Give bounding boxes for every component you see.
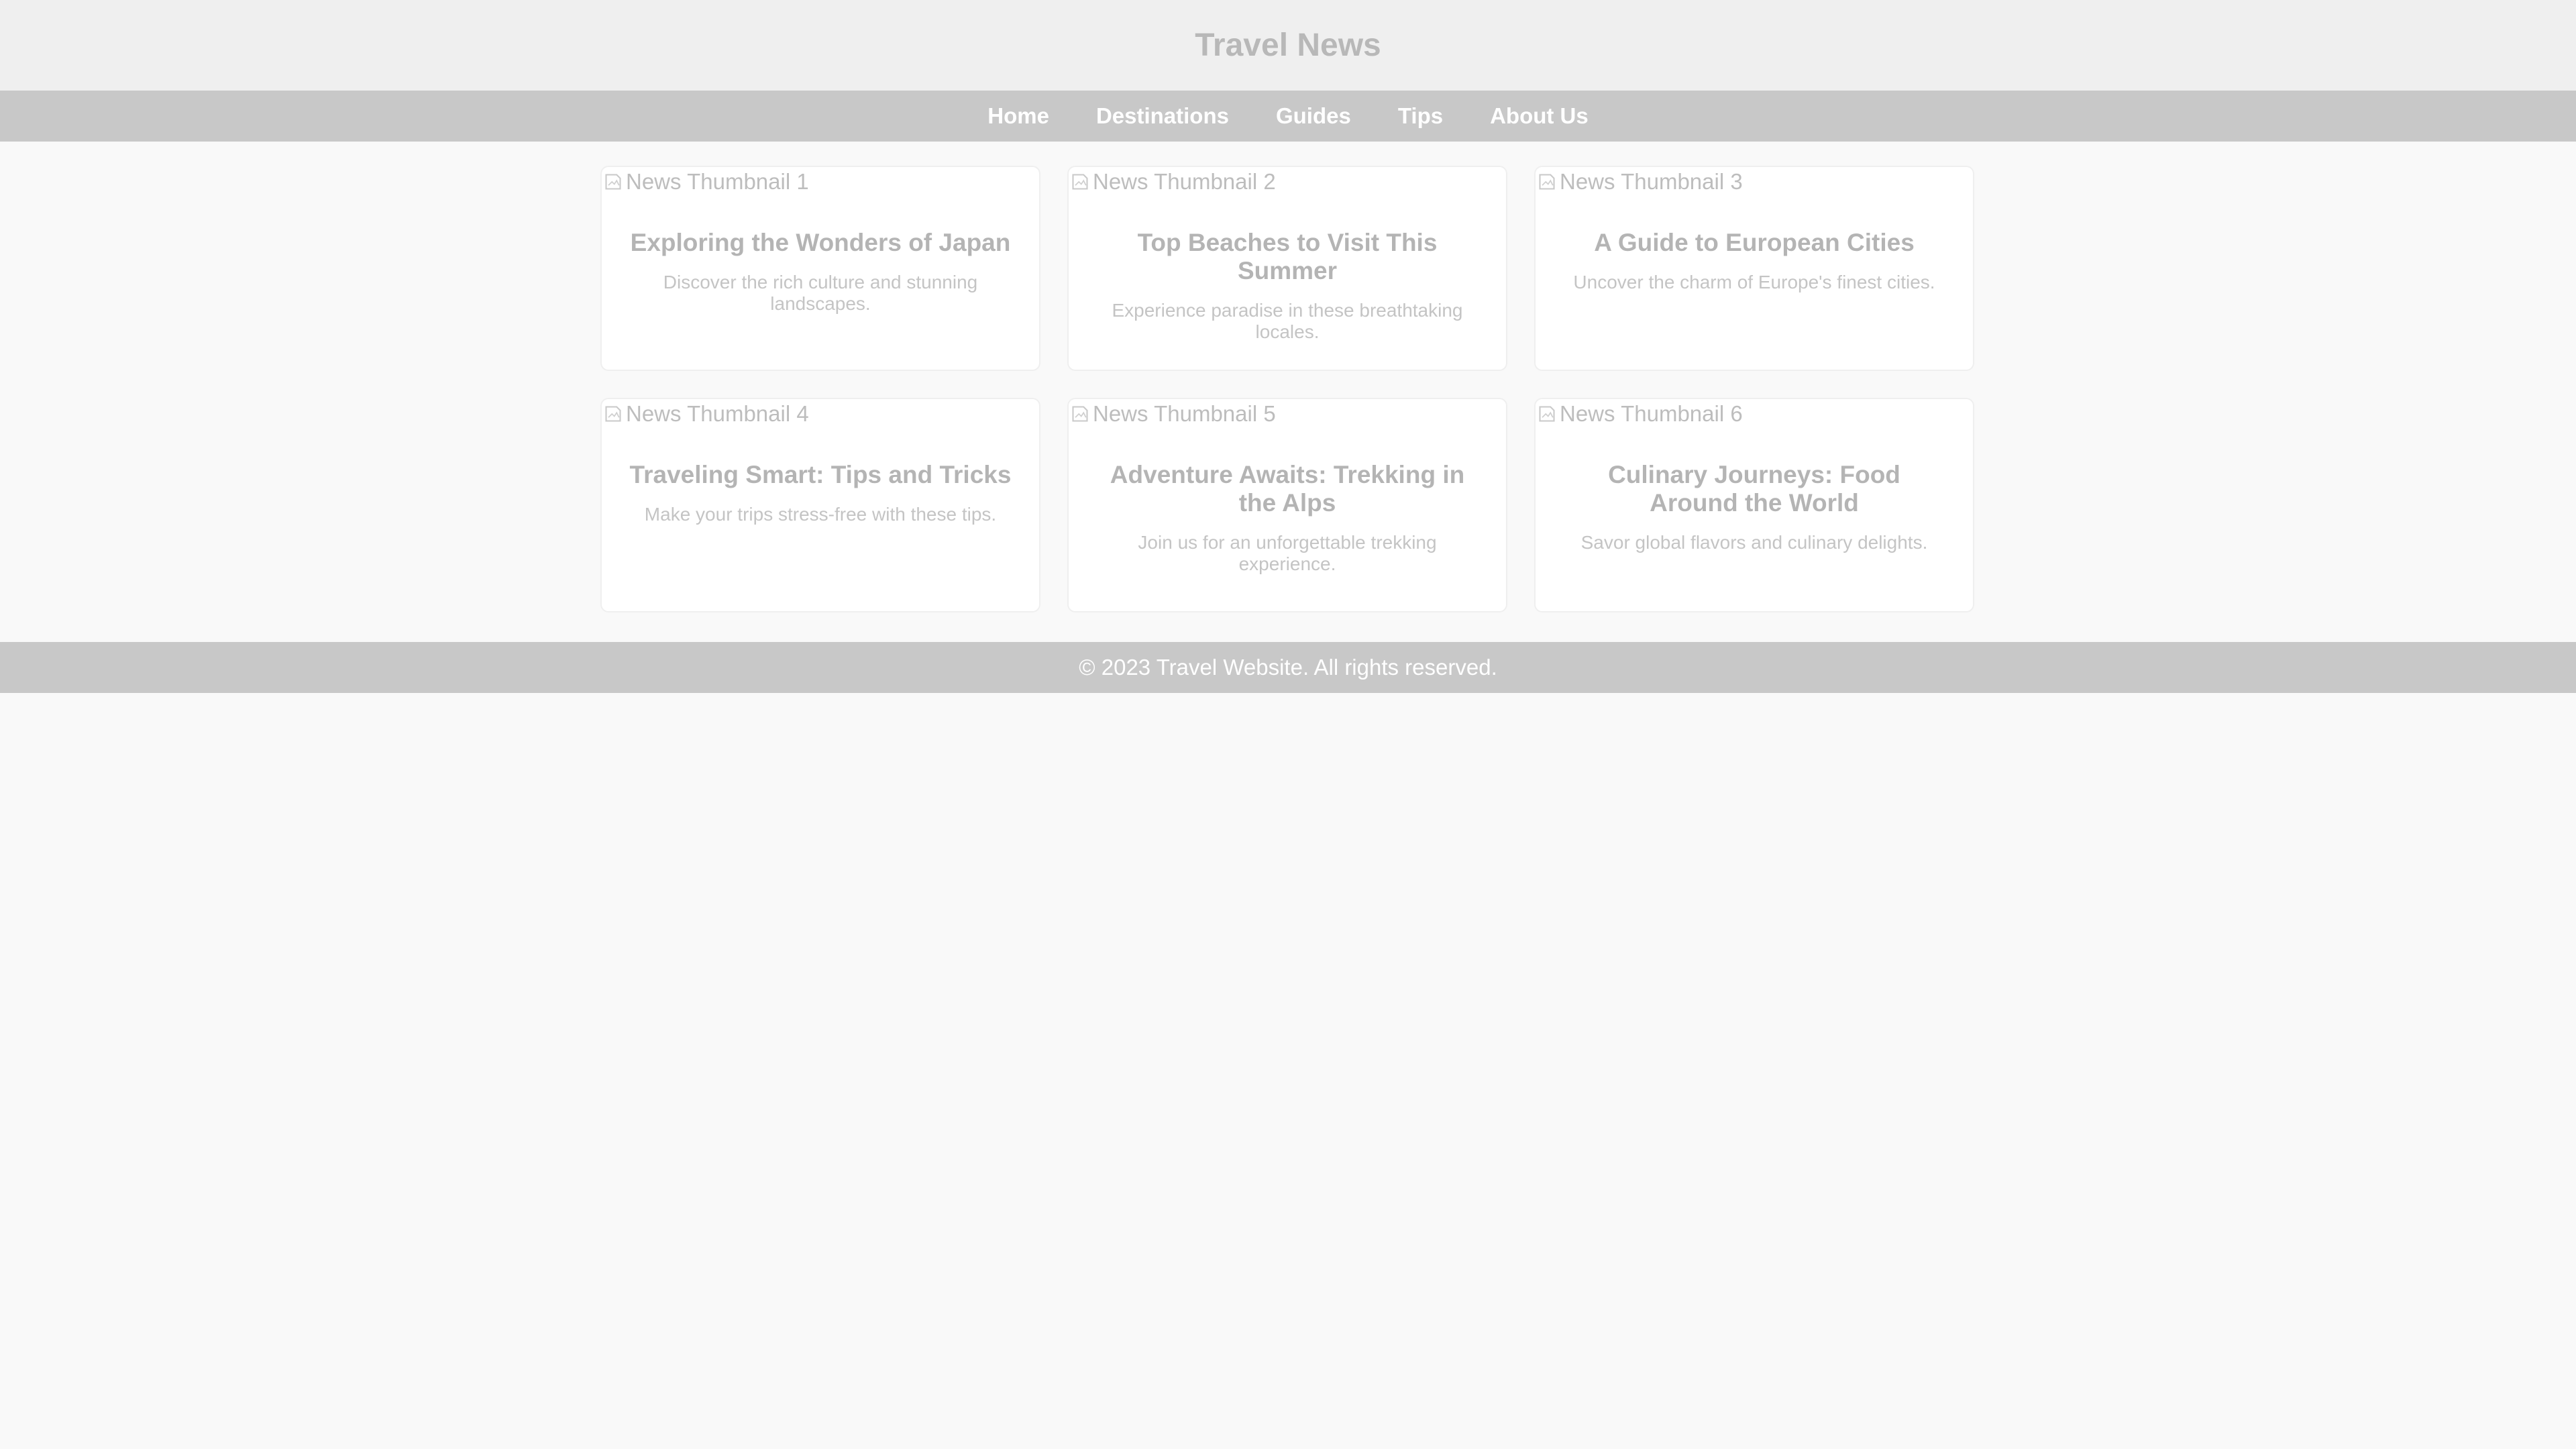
card-description: Uncover the charm of Europe's finest cit… [1573, 272, 1935, 292]
broken-image-icon [1539, 174, 1555, 190]
broken-image-icon [1072, 174, 1088, 190]
card-body: A Guide to European Cities Uncover the c… [1536, 197, 1973, 320]
news-thumbnail[interactable]: News Thumbnail 3 [1536, 167, 1973, 197]
nav-link-home[interactable]: Home [987, 103, 1049, 129]
card-description: Discover the rich culture and stunning l… [663, 272, 978, 314]
copyright-text: © 2023 Travel Website. All rights reserv… [1079, 655, 1497, 680]
thumbnail-alt-text: News Thumbnail 1 [626, 169, 809, 194]
broken-image-icon [1539, 406, 1555, 422]
broken-image-icon [605, 406, 621, 422]
broken-image-icon [1072, 406, 1088, 422]
page-header: Travel News [0, 0, 2576, 91]
card-title[interactable]: Culinary Journeys: Food Around the World [1562, 461, 1946, 517]
nav-link-tips[interactable]: Tips [1398, 103, 1443, 129]
news-card[interactable]: News Thumbnail 5 Adventure Awaits: Trekk… [1067, 398, 1507, 612]
news-card[interactable]: News Thumbnail 3 A Guide to European Cit… [1534, 166, 1974, 371]
news-card[interactable]: News Thumbnail 6 Culinary Journeys: Food… [1534, 398, 1974, 612]
card-body: Top Beaches to Visit This Summer Experie… [1069, 197, 1506, 370]
thumbnail-alt-text: News Thumbnail 6 [1560, 401, 1743, 426]
news-card[interactable]: News Thumbnail 1 Exploring the Wonders o… [600, 166, 1040, 371]
news-card[interactable]: News Thumbnail 2 Top Beaches to Visit Th… [1067, 166, 1507, 371]
news-thumbnail[interactable]: News Thumbnail 5 [1069, 399, 1506, 429]
card-body: Traveling Smart: Tips and Tricks Make yo… [602, 429, 1039, 552]
page-footer: © 2023 Travel Website. All rights reserv… [0, 642, 2576, 693]
card-description: Join us for an unforgettable trekking ex… [1138, 532, 1437, 574]
broken-image-icon [605, 174, 621, 190]
nav-link-destinations[interactable]: Destinations [1096, 103, 1229, 129]
thumbnail-alt-text: News Thumbnail 4 [626, 401, 809, 426]
card-body: Culinary Journeys: Food Around the World… [1536, 429, 1973, 580]
nav-link-about-us[interactable]: About Us [1490, 103, 1589, 129]
card-body: Exploring the Wonders of Japan Discover … [602, 197, 1039, 341]
card-title[interactable]: Exploring the Wonders of Japan [629, 229, 1012, 257]
thumbnail-alt-text: News Thumbnail 5 [1093, 401, 1276, 426]
card-title[interactable]: Traveling Smart: Tips and Tricks [629, 461, 1012, 489]
card-description: Experience paradise in these breathtakin… [1112, 300, 1463, 342]
news-thumbnail[interactable]: News Thumbnail 2 [1069, 167, 1506, 197]
nav-link-guides[interactable]: Guides [1276, 103, 1351, 129]
news-thumbnail[interactable]: News Thumbnail 6 [1536, 399, 1973, 429]
news-thumbnail[interactable]: News Thumbnail 4 [602, 399, 1039, 429]
news-grid: News Thumbnail 1 Exploring the Wonders o… [600, 166, 1976, 612]
thumbnail-alt-text: News Thumbnail 2 [1093, 169, 1276, 194]
main-nav: Home Destinations Guides Tips About Us [0, 91, 2576, 142]
card-title[interactable]: Top Beaches to Visit This Summer [1095, 229, 1479, 285]
site-title: Travel News [1195, 28, 1381, 63]
card-description: Make your trips stress-free with these t… [644, 504, 997, 525]
news-card[interactable]: News Thumbnail 4 Traveling Smart: Tips a… [600, 398, 1040, 612]
card-title[interactable]: Adventure Awaits: Trekking in the Alps [1095, 461, 1479, 517]
card-title[interactable]: A Guide to European Cities [1562, 229, 1946, 257]
card-description: Savor global flavors and culinary deligh… [1580, 532, 1928, 553]
card-body: Adventure Awaits: Trekking in the Alps J… [1069, 429, 1506, 602]
thumbnail-alt-text: News Thumbnail 3 [1560, 169, 1743, 194]
news-thumbnail[interactable]: News Thumbnail 1 [602, 167, 1039, 197]
